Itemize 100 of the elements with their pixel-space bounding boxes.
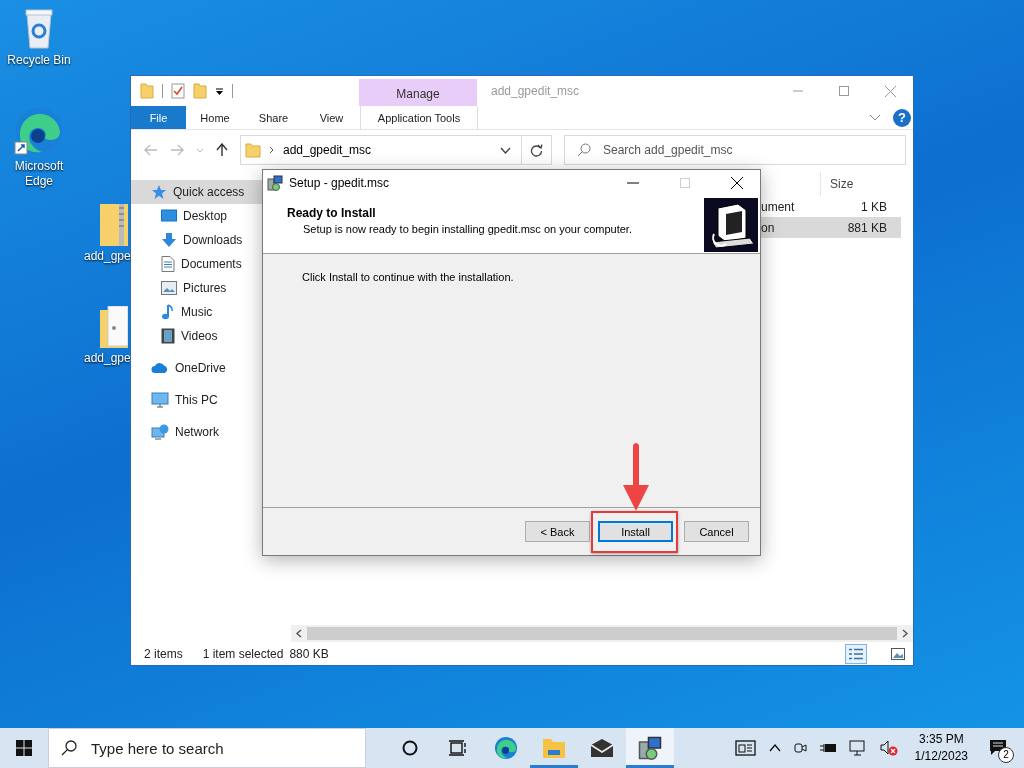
page-heading: Ready to Install <box>287 206 377 220</box>
nav-item[interactable]: Pictures <box>131 276 291 300</box>
cloud-icon <box>151 362 169 374</box>
dropdown-caret-icon[interactable] <box>215 86 224 96</box>
pointer-arrow <box>622 441 650 511</box>
search-icon <box>577 143 591 157</box>
folder-icon[interactable] <box>100 306 128 348</box>
dropdown-caret-icon[interactable] <box>500 146 511 154</box>
nav-item-label: This PC <box>175 393 218 407</box>
taskbar-search-box[interactable]: Type here to search <box>48 728 366 768</box>
nav-item-label: Documents <box>181 257 242 271</box>
battery-plug-icon[interactable] <box>818 742 837 754</box>
ribbon-tab[interactable]: Home <box>186 106 244 129</box>
ribbon-tab[interactable]: File <box>131 106 186 129</box>
ribbon-tab[interactable]: View <box>303 106 360 129</box>
address-bar[interactable]: add_gpedit_msc <box>240 135 552 165</box>
help-button[interactable]: ? <box>893 108 911 127</box>
picture-icon <box>161 281 177 295</box>
monitor-icon <box>151 392 169 408</box>
notification-count: 2 <box>998 747 1014 763</box>
nav-item-label: Desktop <box>183 209 228 223</box>
page-subheading: Setup is now ready to begin installing gpedit.msc on your computer. <box>302 223 633 235</box>
desktop-icon <box>161 209 177 223</box>
desktop-icon-label[interactable]: add_gpe <box>84 351 131 366</box>
network-icon[interactable] <box>848 740 867 756</box>
camera-icon[interactable] <box>792 740 807 756</box>
film-icon <box>161 328 175 344</box>
taskbar-app-button[interactable] <box>626 728 674 768</box>
taskbar-search-field[interactable]: Type here to search <box>89 729 365 767</box>
network-icon <box>151 424 169 440</box>
search-box[interactable]: Search add_gpedit_msc <box>564 135 906 165</box>
ribbon-tab[interactable]: Application Tools <box>360 106 478 129</box>
refresh-icon <box>530 143 543 157</box>
folder-icon <box>245 142 261 158</box>
search-field[interactable]: Search add_gpedit_msc <box>601 136 905 164</box>
nav-item-label: Music <box>181 305 213 319</box>
desktop-icon-label[interactable]: add_gpe <box>84 249 131 264</box>
document-icon <box>161 256 175 272</box>
close-icon <box>731 177 743 189</box>
horizontal-scrollbar[interactable] <box>291 625 913 642</box>
installer-icon <box>638 736 662 760</box>
context-tab-label: Manage <box>396 87 440 101</box>
dialog-button[interactable]: Install <box>598 521 673 542</box>
folder-icon <box>542 737 566 759</box>
dialog-title: Setup - gpedit.msc <box>289 176 390 190</box>
file-name: ument <box>761 199 796 214</box>
nav-item[interactable]: Videos <box>131 324 291 348</box>
nav-item-label: Network <box>175 425 219 439</box>
dialog-button[interactable]: < Back <box>525 521 590 542</box>
file-name: on <box>761 220 776 235</box>
desktop-icon-label[interactable]: Recycle Bin <box>1 53 77 68</box>
installer-icon <box>267 175 283 191</box>
edge-icon[interactable] <box>14 106 64 156</box>
search-icon <box>61 740 77 756</box>
notification-center-button[interactable]: 2 <box>978 733 1018 763</box>
status-text: 2 items <box>144 646 183 661</box>
clock[interactable]: 3:35 PM 1/12/2023 <box>904 731 978 765</box>
nav-item-label: Videos <box>181 329 218 343</box>
chevron-up-icon[interactable] <box>768 744 781 752</box>
close-icon <box>884 85 896 97</box>
scroll-right-icon[interactable] <box>901 629 909 638</box>
details-view-button[interactable] <box>845 643 867 664</box>
clock-time: 3:35 PM <box>918 731 964 748</box>
nav-item[interactable]: Documents <box>131 252 291 276</box>
address-path: add_gpedit_msc <box>283 143 372 157</box>
download-arrow-icon <box>161 232 177 248</box>
chevron-down-icon[interactable] <box>869 113 881 122</box>
status-text: 1 item selected <box>202 646 284 661</box>
desktop-icon-label[interactable]: Microsoft Edge <box>9 159 69 189</box>
nav-item[interactable]: This PC <box>131 388 291 412</box>
nav-item-label: OneDrive <box>175 361 226 375</box>
column-header[interactable]: Size <box>820 172 900 196</box>
nav-item-label: Downloads <box>183 233 243 247</box>
nav-item-label: Pictures <box>183 281 227 295</box>
volume-icon[interactable] <box>878 740 899 756</box>
scroll-left-icon[interactable] <box>295 629 303 638</box>
windows-logo-icon <box>16 740 32 756</box>
recycle-bin-icon[interactable] <box>22 6 56 50</box>
circle-icon <box>402 740 418 756</box>
nav-item[interactable]: Downloads <box>131 228 291 252</box>
clock-date: 1/12/2023 <box>914 748 968 765</box>
status-text: 880 KB <box>289 646 329 661</box>
nav-item[interactable]: Network <box>131 420 291 444</box>
up-arrow-icon[interactable] <box>216 143 228 157</box>
chevron-right-icon[interactable] <box>269 146 275 154</box>
nav-item[interactable]: Music <box>131 300 291 324</box>
maximize-icon <box>680 178 690 188</box>
file-size: 1 KB <box>861 199 887 214</box>
window-title: add_gpedit_msc <box>490 84 580 98</box>
nav-item[interactable]: OneDrive <box>131 356 291 380</box>
dialog-button[interactable]: Cancel <box>684 521 749 542</box>
file-size: 881 KB <box>847 220 887 235</box>
ribbon-tab[interactable]: Share <box>244 106 303 129</box>
nav-item-label: Quick access <box>173 185 245 199</box>
music-note-icon <box>161 304 175 320</box>
instruction-text: Click Install to continue with the installation. <box>302 271 514 283</box>
checkmark-document-icon[interactable] <box>171 83 185 99</box>
news-icon[interactable] <box>734 740 757 756</box>
edge-icon <box>494 736 518 760</box>
task-view-icon <box>449 740 467 756</box>
